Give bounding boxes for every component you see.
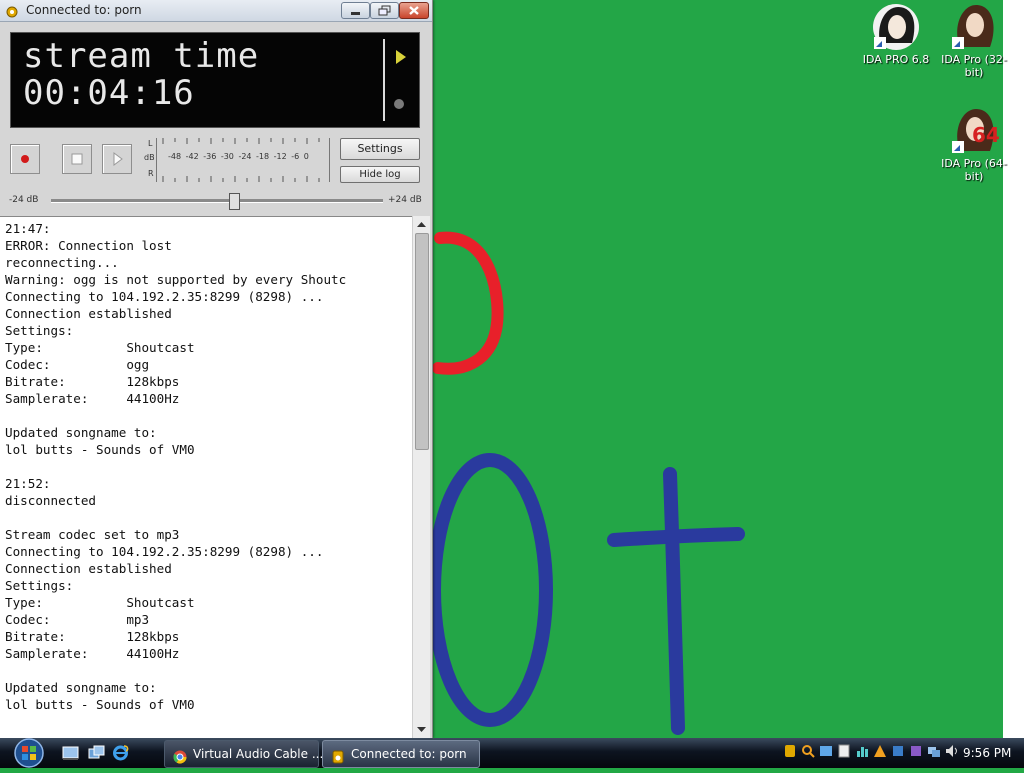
butt-window: Connected to: porn stream time 00:04:16 … bbox=[0, 0, 433, 739]
start-button[interactable] bbox=[6, 738, 52, 768]
paint-strokes bbox=[430, 231, 745, 735]
app-icon bbox=[331, 747, 345, 764]
desktop-icon-label: IDA Pro (64-bit) bbox=[941, 157, 1007, 183]
chrome-icon bbox=[173, 747, 187, 764]
play-icon bbox=[113, 152, 123, 166]
title-bar[interactable]: Connected to: porn bbox=[0, 0, 432, 22]
window-title: Connected to: porn bbox=[26, 3, 142, 17]
gain-slider-track[interactable] bbox=[51, 199, 383, 203]
record-button[interactable] bbox=[10, 144, 40, 174]
taskbar-item-connected[interactable]: Connected to: porn bbox=[322, 740, 480, 768]
chart-icon[interactable] bbox=[855, 743, 869, 759]
stop-button[interactable] bbox=[62, 144, 92, 174]
tool-icon[interactable] bbox=[909, 743, 923, 759]
minimize-icon bbox=[351, 12, 360, 15]
maximize-button[interactable] bbox=[370, 2, 399, 19]
close-icon bbox=[409, 6, 419, 15]
vu-meter: L dB R -48 -42 -36 -30 -24 -18 -12 -6 0 bbox=[144, 138, 330, 182]
network-icon[interactable] bbox=[927, 743, 941, 759]
desktop-icon-ida-pro-6-8[interactable]: IDA PRO 6.8 bbox=[857, 3, 935, 66]
stream-time-display: stream time 00:04:16 bbox=[10, 32, 420, 128]
scroll-down-icon[interactable] bbox=[413, 721, 430, 738]
meter-scale: -48 -42 -36 -30 -24 -18 -12 -6 0 bbox=[168, 152, 309, 161]
ida-portrait-icon bbox=[872, 3, 920, 51]
meter-db-label: dB bbox=[144, 153, 155, 162]
display-label: stream time bbox=[23, 36, 260, 76]
badge-64: 64 bbox=[972, 123, 1000, 147]
paint-canvas[interactable] bbox=[430, 0, 1005, 738]
meter-right-label: R bbox=[148, 169, 154, 178]
gain-min-label: -24 dB bbox=[9, 195, 39, 205]
hide-log-button[interactable]: Hide log bbox=[340, 166, 420, 183]
scroll-up-icon[interactable] bbox=[413, 216, 430, 233]
gain-slider-thumb[interactable] bbox=[228, 193, 240, 210]
show-desktop-icon[interactable] bbox=[62, 745, 79, 761]
gain-max-label: +24 dB bbox=[388, 195, 422, 205]
desktop-icon-ida-pro-32[interactable]: IDA Pro (32-bit) bbox=[935, 3, 1013, 79]
play-indicator-icon bbox=[396, 50, 406, 64]
scroll-thumb[interactable] bbox=[415, 233, 429, 450]
document-icon[interactable] bbox=[837, 743, 851, 759]
desktop-icon-ida-pro-64[interactable]: 64 IDA Pro (64-bit) bbox=[935, 107, 1013, 183]
play-button[interactable] bbox=[102, 144, 132, 174]
ida-portrait-icon: 64 bbox=[950, 107, 1000, 155]
taskbar: Virtual Audio Cable ... Connected to: po… bbox=[0, 738, 1024, 768]
tool-icon[interactable] bbox=[891, 743, 905, 759]
close-button[interactable] bbox=[399, 2, 429, 19]
record-indicator-icon bbox=[394, 99, 404, 109]
volume-icon[interactable] bbox=[945, 743, 959, 759]
clock[interactable]: 9:56 PM bbox=[963, 746, 1011, 760]
desktop-icon-label: IDA Pro (32-bit) bbox=[941, 53, 1007, 79]
restore-icon bbox=[378, 5, 391, 16]
warning-icon[interactable] bbox=[873, 743, 887, 759]
butt-tray-icon[interactable] bbox=[783, 743, 797, 759]
meter-left-label: L bbox=[148, 139, 153, 148]
log-scrollbar[interactable] bbox=[412, 216, 430, 738]
log-panel[interactable]: 21:47: ERROR: Connection lost reconnecti… bbox=[0, 216, 412, 739]
taskbar-item-label: Connected to: porn bbox=[351, 747, 467, 761]
taskbar-item-label: Virtual Audio Cable ... bbox=[193, 747, 324, 761]
desktop-icon-label: IDA PRO 6.8 bbox=[862, 53, 930, 66]
app-icon bbox=[5, 3, 19, 18]
display-time: 00:04:16 bbox=[23, 73, 195, 113]
stop-icon bbox=[71, 153, 83, 165]
settings-button[interactable]: Settings bbox=[340, 138, 420, 160]
record-icon bbox=[21, 155, 29, 163]
display-separator bbox=[383, 39, 385, 121]
internet-explorer-icon[interactable] bbox=[112, 745, 129, 761]
windows-orb-icon bbox=[14, 738, 44, 768]
log-text: 21:47: ERROR: Connection lost reconnecti… bbox=[5, 221, 347, 712]
ida-portrait-icon bbox=[950, 3, 998, 51]
search-icon[interactable] bbox=[801, 743, 815, 759]
switch-windows-icon[interactable] bbox=[88, 745, 105, 761]
minimize-button[interactable] bbox=[341, 2, 370, 19]
taskbar-item-virtual-audio-cable[interactable]: Virtual Audio Cable ... bbox=[164, 740, 323, 768]
network-app-icon[interactable] bbox=[819, 743, 833, 759]
